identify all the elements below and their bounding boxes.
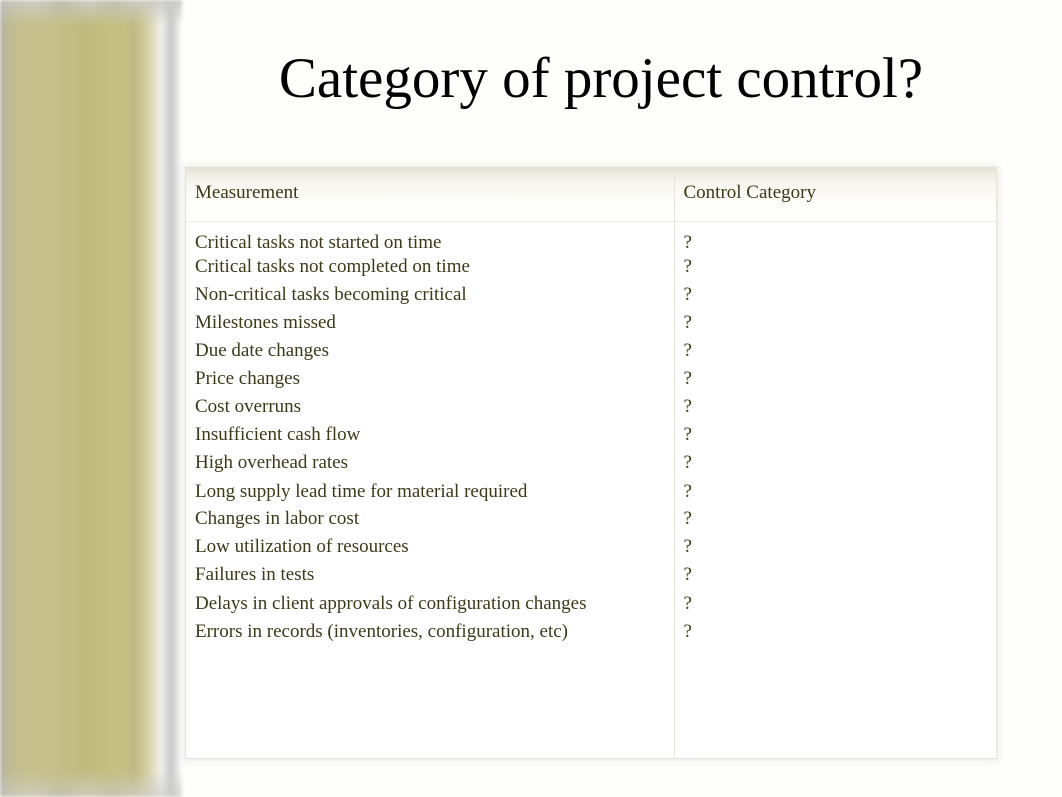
control-category-value: ? [683, 452, 692, 473]
table-row[interactable]: Delays in client approvals of configurat… [186, 589, 996, 617]
column-header-control-category-label: Control Category [683, 182, 816, 203]
table-row[interactable]: Changes in labor cost? [186, 505, 996, 533]
table-filler-row [186, 645, 996, 758]
decorative-gold-sidebar [0, 0, 182, 797]
measurement-control-table: Measurement Control Category Critical ta… [186, 168, 996, 758]
page-title: Category of project control? [278, 47, 924, 110]
measurement-cell: Errors in records (inventories, configur… [186, 617, 674, 645]
measurement-text: Long supply lead time for material requi… [195, 481, 528, 502]
measurement-cell: Critical tasks not started on time [186, 222, 674, 253]
measurement-cell: Cost overruns [186, 393, 674, 421]
measurement-text: Non-critical tasks becoming critical [195, 284, 467, 305]
control-category-value: ? [683, 536, 692, 557]
column-header-measurement: Measurement [186, 168, 674, 221]
control-category-value: ? [683, 232, 692, 253]
table-header-row: Measurement Control Category [186, 168, 996, 221]
measurement-cell: Price changes [186, 365, 674, 393]
control-category-value: ? [683, 593, 692, 614]
measurement-text: Changes in labor cost [195, 508, 360, 529]
table-filler-cell [186, 645, 674, 758]
control-category-cell: ? [673, 449, 996, 477]
measurement-text: Delays in client approvals of configurat… [195, 593, 587, 614]
measurement-cell: Delays in client approvals of configurat… [186, 589, 674, 617]
control-category-cell: ? [673, 617, 996, 645]
control-category-cell: ? [673, 365, 996, 393]
table-row[interactable]: High overhead rates? [186, 449, 996, 477]
control-category-cell: ? [673, 533, 996, 561]
control-category-value: ? [683, 284, 692, 305]
table-row[interactable]: Critical tasks not started on time? [186, 222, 996, 253]
measurement-cell: Due date changes [186, 337, 674, 365]
control-category-value: ? [683, 340, 692, 361]
table-row[interactable]: Critical tasks not completed on time? [186, 253, 996, 281]
slide-canvas: Category of project control? Measurement… [0, 0, 1062, 797]
measurement-cell: Non-critical tasks becoming critical [186, 281, 674, 309]
table-row[interactable]: Milestones missed? [186, 309, 996, 337]
measurement-cell: Milestones missed [186, 309, 674, 337]
table-row[interactable]: Low utilization of resources? [186, 533, 996, 561]
control-category-value: ? [683, 621, 692, 642]
table-row[interactable]: Errors in records (inventories, configur… [186, 617, 996, 645]
measurement-text: Failures in tests [195, 564, 315, 585]
control-category-value: ? [683, 396, 692, 417]
control-category-value: ? [683, 312, 692, 333]
control-category-value: ? [683, 256, 692, 277]
control-category-value: ? [683, 368, 692, 389]
table-filler-cell [673, 645, 996, 758]
control-category-cell: ? [673, 222, 996, 253]
control-category-cell: ? [673, 253, 996, 281]
measurement-text: Errors in records (inventories, configur… [195, 621, 569, 642]
measurement-text: Due date changes [195, 340, 329, 361]
measurement-cell: Insufficient cash flow [186, 421, 674, 449]
control-category-value: ? [683, 424, 692, 445]
control-category-cell: ? [673, 477, 996, 505]
control-category-cell: ? [673, 561, 996, 589]
measurement-table-container: Measurement Control Category Critical ta… [186, 168, 996, 758]
control-category-cell: ? [673, 393, 996, 421]
measurement-text: Cost overruns [195, 396, 302, 417]
control-category-value: ? [683, 508, 692, 529]
measurement-cell: Critical tasks not completed on time [186, 253, 674, 281]
table-row[interactable]: Long supply lead time for material requi… [186, 477, 996, 505]
column-header-measurement-label: Measurement [195, 182, 299, 203]
measurement-text: Insufficient cash flow [195, 424, 361, 445]
table-row[interactable]: Cost overruns? [186, 393, 996, 421]
control-category-cell: ? [673, 281, 996, 309]
control-category-value: ? [683, 481, 692, 502]
control-category-cell: ? [673, 505, 996, 533]
table-row[interactable]: Due date changes? [186, 337, 996, 365]
measurement-cell: Long supply lead time for material requi… [186, 477, 674, 505]
table-row[interactable]: Non-critical tasks becoming critical? [186, 281, 996, 309]
measurement-cell: Failures in tests [186, 561, 674, 589]
control-category-cell: ? [673, 309, 996, 337]
control-category-cell: ? [673, 337, 996, 365]
measurement-text: Critical tasks not completed on time [195, 256, 470, 277]
measurement-text: High overhead rates [195, 452, 348, 473]
control-category-cell: ? [673, 589, 996, 617]
measurement-text: Price changes [195, 368, 300, 389]
column-header-control-category: Control Category [673, 168, 996, 221]
table-row[interactable]: Insufficient cash flow? [186, 421, 996, 449]
control-category-value: ? [683, 564, 692, 585]
table-row[interactable]: Failures in tests? [186, 561, 996, 589]
measurement-text: Milestones missed [195, 312, 336, 333]
table-row[interactable]: Price changes? [186, 365, 996, 393]
table-header: Measurement Control Category [186, 168, 996, 221]
measurement-cell: Low utilization of resources [186, 533, 674, 561]
measurement-cell: Changes in labor cost [186, 505, 674, 533]
table-body: Critical tasks not started on time? Criti… [186, 221, 996, 758]
control-category-cell: ? [673, 421, 996, 449]
measurement-text: Critical tasks not started on time [195, 232, 442, 253]
measurement-text: Low utilization of resources [195, 536, 409, 557]
measurement-cell: High overhead rates [186, 449, 674, 477]
